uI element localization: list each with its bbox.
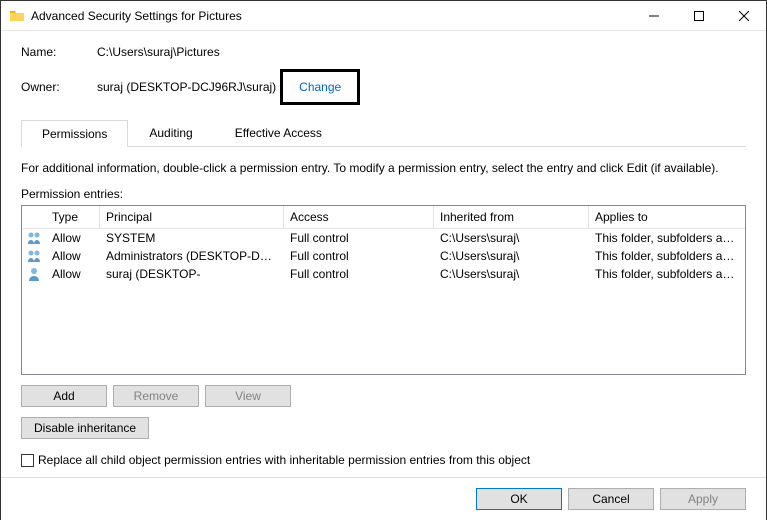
maximize-button[interactable] bbox=[676, 1, 721, 30]
cell-access: Full control bbox=[284, 266, 434, 282]
cell-principal: suraj (DESKTOP- bbox=[100, 266, 284, 282]
change-highlight: Change bbox=[280, 69, 360, 105]
cell-applies: This folder, subfolders and files bbox=[589, 248, 745, 264]
table-row[interactable]: AllowSYSTEMFull controlC:\Users\suraj\Th… bbox=[22, 229, 745, 247]
header-icon[interactable] bbox=[22, 206, 46, 228]
replace-checkbox-label: Replace all child object permission entr… bbox=[38, 453, 530, 467]
header-inherited[interactable]: Inherited from bbox=[434, 206, 589, 228]
table-row[interactable]: AllowAdministrators (DESKTOP-DC...Full c… bbox=[22, 247, 745, 265]
replace-checkbox[interactable] bbox=[21, 454, 34, 467]
cell-inherited: C:\Users\suraj\ bbox=[434, 266, 589, 282]
cell-applies: This folder, subfolders and files bbox=[589, 266, 745, 282]
header-applies[interactable]: Applies to bbox=[589, 206, 745, 228]
add-button[interactable]: Add bbox=[21, 385, 107, 407]
window-title: Advanced Security Settings for Pictures bbox=[31, 9, 631, 23]
close-button[interactable] bbox=[721, 1, 766, 30]
owner-value: suraj (DESKTOP-DCJ96RJ\suraj) bbox=[97, 80, 276, 94]
titlebar: Advanced Security Settings for Pictures bbox=[1, 1, 766, 31]
table-row[interactable]: Allowsuraj (DESKTOP-Full controlC:\Users… bbox=[22, 265, 745, 283]
entries-label: Permission entries: bbox=[21, 187, 746, 201]
disable-inheritance-button[interactable]: Disable inheritance bbox=[21, 417, 149, 439]
folder-icon bbox=[9, 8, 25, 24]
header-principal[interactable]: Principal bbox=[100, 206, 284, 228]
apply-button[interactable]: Apply bbox=[660, 488, 746, 510]
cell-principal: SYSTEM bbox=[100, 230, 284, 246]
cell-applies: This folder, subfolders and files bbox=[589, 230, 745, 246]
replace-checkbox-row: Replace all child object permission entr… bbox=[21, 453, 746, 467]
permissions-grid: Type Principal Access Inherited from App… bbox=[21, 205, 746, 375]
name-value: C:\Users\suraj\Pictures bbox=[97, 45, 220, 59]
cell-inherited: C:\Users\suraj\ bbox=[434, 230, 589, 246]
info-text: For additional information, double-click… bbox=[21, 161, 746, 175]
view-button[interactable]: View bbox=[205, 385, 291, 407]
cell-access: Full control bbox=[284, 230, 434, 246]
tabs: Permissions Auditing Effective Access bbox=[21, 119, 746, 147]
header-type[interactable]: Type bbox=[46, 206, 100, 228]
user-icon bbox=[22, 266, 46, 282]
header-access[interactable]: Access bbox=[284, 206, 434, 228]
cell-type: Allow bbox=[46, 230, 100, 246]
cancel-button[interactable]: Cancel bbox=[568, 488, 654, 510]
minimize-button[interactable] bbox=[631, 1, 676, 30]
cell-type: Allow bbox=[46, 248, 100, 264]
cell-inherited: C:\Users\suraj\ bbox=[434, 248, 589, 264]
change-link[interactable]: Change bbox=[299, 80, 341, 94]
cell-access: Full control bbox=[284, 248, 434, 264]
grid-body: AllowSYSTEMFull controlC:\Users\suraj\Th… bbox=[22, 229, 745, 283]
cell-principal: Administrators (DESKTOP-DC... bbox=[100, 248, 284, 264]
cell-type: Allow bbox=[46, 266, 100, 282]
name-row: Name: C:\Users\suraj\Pictures bbox=[21, 45, 746, 59]
tab-permissions[interactable]: Permissions bbox=[21, 120, 128, 147]
remove-button[interactable]: Remove bbox=[113, 385, 199, 407]
owner-label: Owner: bbox=[21, 80, 97, 94]
ok-button[interactable]: OK bbox=[476, 488, 562, 510]
inheritance-buttons: Disable inheritance bbox=[21, 417, 746, 439]
group-icon bbox=[22, 248, 46, 264]
group-icon bbox=[22, 230, 46, 246]
grid-header: Type Principal Access Inherited from App… bbox=[22, 206, 745, 229]
owner-row: Owner: suraj (DESKTOP-DCJ96RJ\suraj) Cha… bbox=[21, 69, 746, 105]
content-area: Name: C:\Users\suraj\Pictures Owner: sur… bbox=[1, 31, 766, 477]
name-label: Name: bbox=[21, 45, 97, 59]
tab-effective-access[interactable]: Effective Access bbox=[214, 119, 343, 146]
tab-auditing[interactable]: Auditing bbox=[128, 119, 213, 146]
entry-buttons: Add Remove View bbox=[21, 385, 746, 407]
dialog-footer: OK Cancel Apply bbox=[1, 477, 766, 520]
